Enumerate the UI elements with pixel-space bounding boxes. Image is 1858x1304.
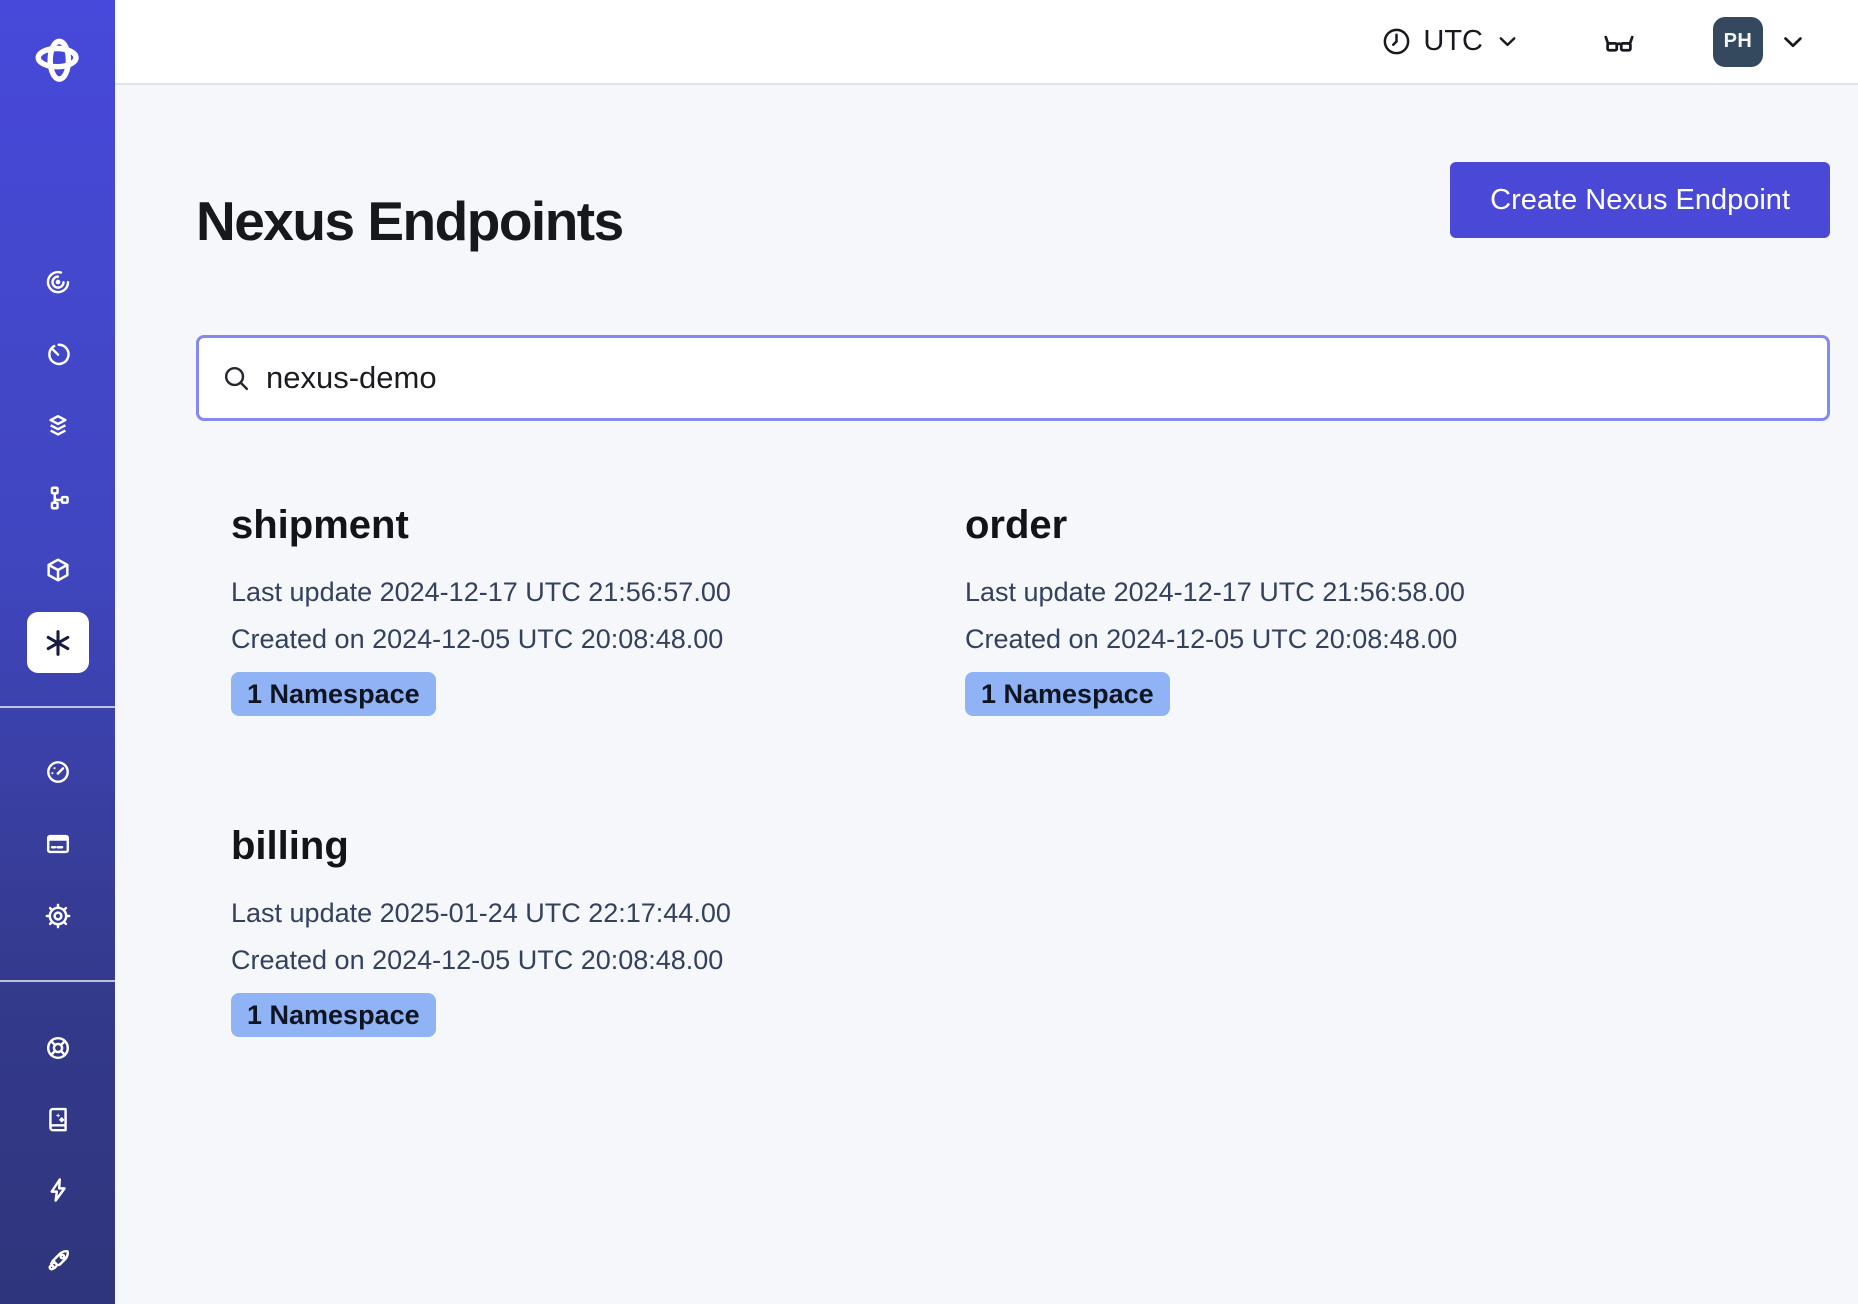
layers-icon[interactable] (44, 412, 72, 440)
endpoint-card: order Last update 2024-12-17 UTC 21:56:5… (930, 501, 1664, 716)
window-icon[interactable] (44, 830, 72, 858)
glasses-icon[interactable] (1601, 24, 1637, 60)
title-row: Nexus Endpoints Create Nexus Endpoint (196, 162, 1830, 253)
top-bar: UTC PH (115, 0, 1858, 85)
endpoint-card: billing Last update 2025-01-24 UTC 22:17… (196, 822, 930, 1037)
book-sparkles-icon[interactable] (44, 1105, 72, 1133)
endpoint-meta: Last update 2025-01-24 UTC 22:17:44.00 C… (231, 890, 930, 984)
endpoint-name-link[interactable]: order (965, 501, 1664, 549)
timezone-label: UTC (1423, 25, 1483, 58)
endpoint-meta: Last update 2024-12-17 UTC 21:56:58.00 C… (965, 569, 1664, 663)
sidebar-section-help (44, 1034, 72, 1275)
sidebar-section-primary (27, 268, 89, 673)
page-title: Nexus Endpoints (196, 189, 623, 253)
sidebar-section-account (44, 758, 72, 930)
last-update-text: Last update 2024-12-17 UTC 21:56:57.00 (231, 569, 930, 616)
created-on-text: Created on 2024-12-05 UTC 20:08:48.00 (231, 937, 930, 984)
create-nexus-endpoint-button[interactable]: Create Nexus Endpoint (1450, 162, 1830, 238)
endpoint-cards-grid: shipment Last update 2024-12-17 UTC 21:5… (196, 501, 1830, 1037)
endpoint-meta: Last update 2024-12-17 UTC 21:56:57.00 C… (231, 569, 930, 663)
sidebar-divider (0, 706, 115, 708)
timer-icon[interactable] (44, 340, 72, 368)
gear-icon[interactable] (44, 902, 72, 930)
temporal-logo[interactable] (32, 34, 84, 86)
chevron-down-icon (1494, 28, 1521, 55)
sidebar (0, 0, 115, 1304)
endpoint-name-link[interactable]: billing (231, 822, 930, 870)
last-update-text: Last update 2025-01-24 UTC 22:17:44.00 (231, 890, 930, 937)
lightning-icon[interactable] (44, 1176, 72, 1204)
timezone-selector[interactable]: UTC (1381, 25, 1521, 58)
created-on-text: Created on 2024-12-05 UTC 20:08:48.00 (965, 616, 1664, 663)
last-update-text: Last update 2024-12-17 UTC 21:56:58.00 (965, 569, 1664, 616)
account-menu[interactable]: PH (1713, 17, 1808, 67)
search-box (196, 335, 1830, 421)
chevron-down-icon (1778, 27, 1808, 57)
sidebar-divider (0, 980, 115, 982)
avatar[interactable]: PH (1713, 17, 1763, 67)
endpoint-card: shipment Last update 2024-12-17 UTC 21:5… (196, 501, 930, 716)
cube-icon[interactable] (44, 556, 72, 584)
content-area: Nexus Endpoints Create Nexus Endpoint sh… (115, 85, 1858, 1304)
rocket-icon[interactable] (44, 1247, 72, 1275)
namespace-badge: 1 Namespace (231, 672, 436, 716)
main-column: UTC PH Nexus Endpoints Create Nexus En (115, 0, 1858, 1304)
endpoint-name-link[interactable]: shipment (231, 501, 930, 549)
network-icon[interactable] (44, 484, 72, 512)
created-on-text: Created on 2024-12-05 UTC 20:08:48.00 (231, 616, 930, 663)
gauge-icon[interactable] (44, 758, 72, 786)
spiral-icon[interactable] (44, 268, 72, 296)
search-icon (221, 363, 252, 394)
life-ring-icon[interactable] (44, 1034, 72, 1062)
asterisk-icon[interactable] (27, 612, 89, 673)
namespace-badge: 1 Namespace (231, 993, 436, 1037)
namespace-badge: 1 Namespace (965, 672, 1170, 716)
search-input[interactable] (266, 338, 1827, 418)
clock-icon (1381, 26, 1412, 57)
